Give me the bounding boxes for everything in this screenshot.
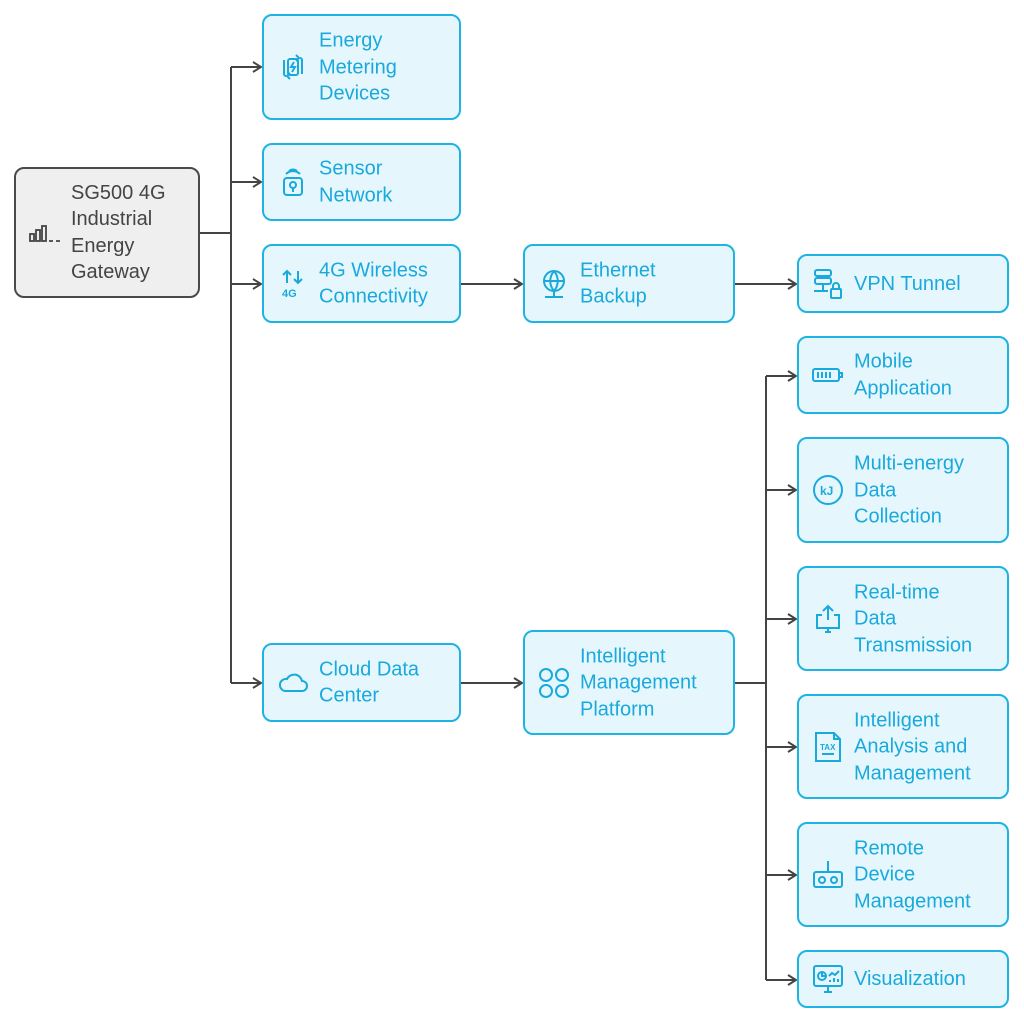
node-vpn-tunnel[interactable]: VPN Tunnel [797, 254, 1009, 313]
globe-network-icon [543, 269, 565, 298]
node-visualization[interactable]: Visualization [797, 950, 1009, 1008]
node-remote-device[interactable]: Remote Device Management [797, 822, 1009, 927]
node-label: 4G Wireless Connectivity [319, 259, 428, 308]
node-label: Real-time Data Transmission [854, 580, 973, 656]
node-label: Ethernet Backup [580, 259, 656, 308]
node-sensor-network[interactable]: Sensor Network [262, 143, 461, 221]
node-label: Visualization [854, 967, 966, 990]
remote-control-icon [813, 860, 843, 888]
node-cloud-data-center[interactable]: Cloud Data Center [262, 643, 461, 722]
apps-circles-icon [539, 667, 569, 698]
node-label: Energy Metering Devices [319, 29, 397, 105]
node-root-gateway[interactable]: SG500 4G Industrial Energy Gateway [14, 167, 200, 298]
node-label: Sensor Network [319, 157, 393, 207]
node-label: Multi-energy Data Collection [854, 452, 965, 528]
battery-sync-icon [283, 54, 303, 80]
node-label: Cloud Data Center [319, 658, 420, 707]
kj-icon: kJ [813, 475, 843, 505]
connector-platform-trunk [735, 376, 767, 980]
node-label: Remote Device Management [854, 836, 971, 912]
svg-text:4G: 4G [282, 288, 297, 300]
wireless-sensor-icon [283, 168, 303, 196]
node-realtime-transmission[interactable]: Real-time Data Transmission [797, 566, 1009, 671]
4g-arrows-icon: 4G [282, 269, 303, 300]
node-label: Intelligent Management Platform [580, 644, 697, 720]
node-energy-metering[interactable]: Energy Metering Devices [262, 14, 461, 120]
node-label: Intelligent Analysis and Management [854, 708, 971, 784]
tax-document-icon: TAX [815, 731, 841, 762]
node-ethernet-backup[interactable]: Ethernet Backup [523, 244, 735, 323]
cloud-icon [278, 673, 308, 692]
node-label: SG500 4G Industrial Energy Gateway [71, 181, 166, 284]
monitor-upload-icon [816, 604, 840, 633]
node-mobile-application[interactable]: Mobile Application [797, 336, 1009, 414]
node-label: VPN Tunnel [854, 272, 961, 295]
server-lock-icon [814, 268, 842, 299]
node-4g-wireless[interactable]: 4G 4G Wireless Connectivity [262, 244, 461, 323]
battery-icon [812, 368, 843, 382]
connector-root-trunk [200, 67, 232, 683]
node-multi-energy[interactable]: kJ Multi-energy Data Collection [797, 437, 1009, 543]
dashboard-monitor-icon [813, 965, 843, 993]
svg-text:kJ: kJ [820, 484, 833, 498]
node-label: Mobile Application [854, 350, 952, 400]
node-intelligent-analysis[interactable]: TAX Intelligent Analysis and Management [797, 694, 1009, 799]
signal-bars-icon [29, 224, 60, 242]
svg-text:TAX: TAX [820, 743, 836, 752]
node-management-platform[interactable]: Intelligent Management Platform [523, 630, 735, 735]
